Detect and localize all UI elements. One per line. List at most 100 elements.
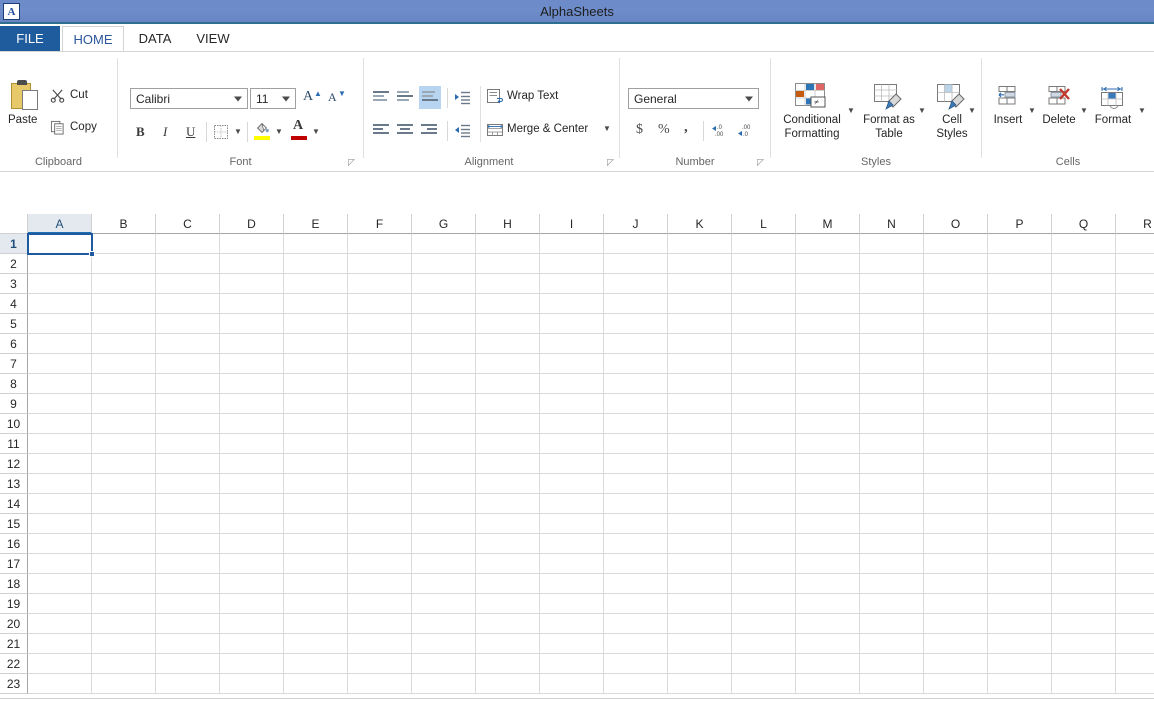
cell-i20[interactable] — [540, 614, 604, 634]
cell-m21[interactable] — [796, 634, 860, 654]
cell-r2[interactable] — [1116, 254, 1154, 274]
cell-j4[interactable] — [604, 294, 668, 314]
cell-p23[interactable] — [988, 674, 1052, 694]
cell-b9[interactable] — [92, 394, 156, 414]
cell-j19[interactable] — [604, 594, 668, 614]
cell-n16[interactable] — [860, 534, 924, 554]
column-header-o[interactable]: O — [924, 214, 988, 234]
cell-d16[interactable] — [220, 534, 284, 554]
cell-k17[interactable] — [668, 554, 732, 574]
cell-l13[interactable] — [732, 474, 796, 494]
cell-n22[interactable] — [860, 654, 924, 674]
cell-q7[interactable] — [1052, 354, 1116, 374]
increase-font-size-button[interactable]: A ▲ — [301, 88, 322, 109]
cell-k8[interactable] — [668, 374, 732, 394]
cell-g8[interactable] — [412, 374, 476, 394]
cell-f1[interactable] — [348, 234, 412, 254]
cell-q12[interactable] — [1052, 454, 1116, 474]
cell-l12[interactable] — [732, 454, 796, 474]
cell-g13[interactable] — [412, 474, 476, 494]
cell-n2[interactable] — [860, 254, 924, 274]
align-center-button[interactable] — [395, 121, 415, 141]
tab-file[interactable]: FILE — [0, 26, 60, 52]
cell-f15[interactable] — [348, 514, 412, 534]
cell-r1[interactable] — [1116, 234, 1154, 254]
cell-p19[interactable] — [988, 594, 1052, 614]
cell-a18[interactable] — [28, 574, 92, 594]
cell-q3[interactable] — [1052, 274, 1116, 294]
cell-i19[interactable] — [540, 594, 604, 614]
cell-m17[interactable] — [796, 554, 860, 574]
column-header-g[interactable]: G — [412, 214, 476, 234]
cell-h20[interactable] — [476, 614, 540, 634]
cell-c5[interactable] — [156, 314, 220, 334]
cell-h4[interactable] — [476, 294, 540, 314]
cell-f18[interactable] — [348, 574, 412, 594]
cell-i22[interactable] — [540, 654, 604, 674]
cell-d15[interactable] — [220, 514, 284, 534]
cell-p2[interactable] — [988, 254, 1052, 274]
cell-r16[interactable] — [1116, 534, 1154, 554]
cell-r18[interactable] — [1116, 574, 1154, 594]
cell-m16[interactable] — [796, 534, 860, 554]
column-header-i[interactable]: I — [540, 214, 604, 234]
cell-a15[interactable] — [28, 514, 92, 534]
cell-a7[interactable] — [28, 354, 92, 374]
row-header-8[interactable]: 8 — [0, 374, 28, 394]
cell-l5[interactable] — [732, 314, 796, 334]
cell-n18[interactable] — [860, 574, 924, 594]
delete-cells-button[interactable]: Delete — [1039, 84, 1079, 142]
column-header-f[interactable]: F — [348, 214, 412, 234]
cell-d8[interactable] — [220, 374, 284, 394]
cell-g7[interactable] — [412, 354, 476, 374]
cell-i18[interactable] — [540, 574, 604, 594]
row-header-2[interactable]: 2 — [0, 254, 28, 274]
borders-dropdown[interactable]: ▼ — [231, 121, 244, 143]
cell-q4[interactable] — [1052, 294, 1116, 314]
cell-f14[interactable] — [348, 494, 412, 514]
cell-b16[interactable] — [92, 534, 156, 554]
cell-n10[interactable] — [860, 414, 924, 434]
cell-g11[interactable] — [412, 434, 476, 454]
cell-e9[interactable] — [284, 394, 348, 414]
cell-j5[interactable] — [604, 314, 668, 334]
cell-f20[interactable] — [348, 614, 412, 634]
cell-f22[interactable] — [348, 654, 412, 674]
row-header-10[interactable]: 10 — [0, 414, 28, 434]
cell-h8[interactable] — [476, 374, 540, 394]
cut-button[interactable]: Cut — [48, 86, 110, 106]
cell-e13[interactable] — [284, 474, 348, 494]
cell-h11[interactable] — [476, 434, 540, 454]
align-bottom-button[interactable] — [419, 86, 441, 109]
cell-o21[interactable] — [924, 634, 988, 654]
cell-styles-dropdown[interactable]: ▼ — [966, 102, 978, 122]
cell-e18[interactable] — [284, 574, 348, 594]
row-header-1[interactable]: 1 — [0, 234, 28, 254]
cell-c22[interactable] — [156, 654, 220, 674]
cell-j15[interactable] — [604, 514, 668, 534]
cell-n20[interactable] — [860, 614, 924, 634]
cell-d13[interactable] — [220, 474, 284, 494]
cell-o12[interactable] — [924, 454, 988, 474]
cell-k3[interactable] — [668, 274, 732, 294]
cell-p7[interactable] — [988, 354, 1052, 374]
cell-c11[interactable] — [156, 434, 220, 454]
cell-e4[interactable] — [284, 294, 348, 314]
cell-m12[interactable] — [796, 454, 860, 474]
font-dialog-launcher[interactable]: ◸ — [346, 157, 357, 168]
row-header-6[interactable]: 6 — [0, 334, 28, 354]
cell-d17[interactable] — [220, 554, 284, 574]
cell-f9[interactable] — [348, 394, 412, 414]
cell-d7[interactable] — [220, 354, 284, 374]
cell-r14[interactable] — [1116, 494, 1154, 514]
conditional-formatting-button[interactable]: ≠ Conditional Formatting — [778, 82, 846, 144]
cell-k19[interactable] — [668, 594, 732, 614]
merge-center-button[interactable]: Merge & Center — [485, 119, 597, 141]
cell-m6[interactable] — [796, 334, 860, 354]
cell-j18[interactable] — [604, 574, 668, 594]
cell-q2[interactable] — [1052, 254, 1116, 274]
row-header-13[interactable]: 13 — [0, 474, 28, 494]
cell-f19[interactable] — [348, 594, 412, 614]
cell-l10[interactable] — [732, 414, 796, 434]
cell-h15[interactable] — [476, 514, 540, 534]
